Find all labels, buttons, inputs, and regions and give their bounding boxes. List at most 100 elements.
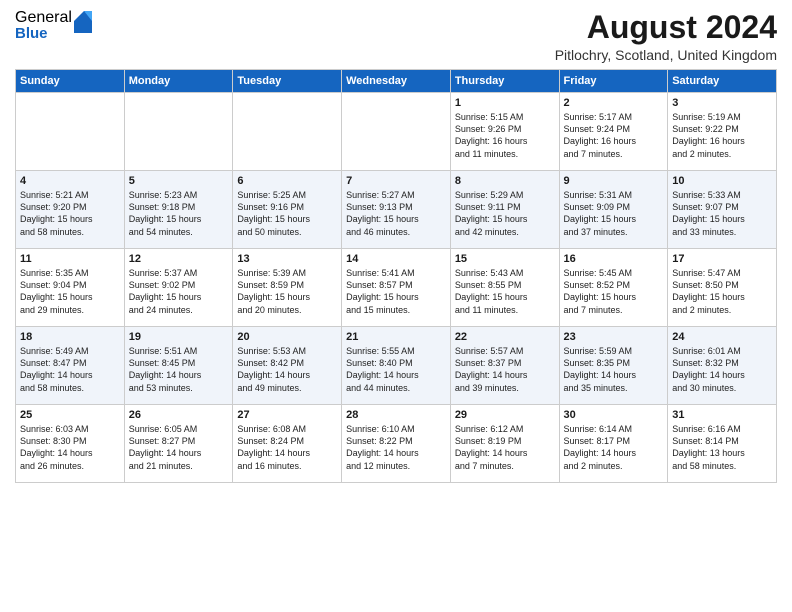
- day-info: Sunrise: 5:35 AM Sunset: 9:04 PM Dayligh…: [20, 267, 120, 316]
- day-cell: [342, 93, 451, 171]
- header-cell-tuesday: Tuesday: [233, 70, 342, 93]
- logo-text: General Blue: [15, 10, 72, 41]
- day-info: Sunrise: 6:10 AM Sunset: 8:22 PM Dayligh…: [346, 423, 446, 472]
- day-cell: 23 Sunrise: 5:59 AM Sunset: 8:35 PM Dayli…: [559, 327, 668, 405]
- calendar-table: SundayMondayTuesdayWednesdayThursdayFrid…: [15, 69, 777, 483]
- week-row-2: 4 Sunrise: 5:21 AM Sunset: 9:20 PM Daylig…: [16, 171, 777, 249]
- day-info: Sunrise: 5:45 AM Sunset: 8:52 PM Dayligh…: [564, 267, 664, 316]
- day-info: Sunrise: 6:05 AM Sunset: 8:27 PM Dayligh…: [129, 423, 229, 472]
- day-info: Sunrise: 5:49 AM Sunset: 8:47 PM Dayligh…: [20, 345, 120, 394]
- header-cell-wednesday: Wednesday: [342, 70, 451, 93]
- day-number: 1: [455, 97, 555, 109]
- day-info: Sunrise: 5:33 AM Sunset: 9:07 PM Dayligh…: [672, 189, 772, 238]
- month-title: August 2024: [555, 10, 777, 45]
- day-number: 4: [20, 175, 120, 187]
- day-info: Sunrise: 5:19 AM Sunset: 9:22 PM Dayligh…: [672, 111, 772, 160]
- day-cell: 6Sunrise: 5:25 AM Sunset: 9:16 PM Daylig…: [233, 171, 342, 249]
- day-info: Sunrise: 6:12 AM Sunset: 8:19 PM Dayligh…: [455, 423, 555, 472]
- day-cell: 24 Sunrise: 6:01 AM Sunset: 8:32 PM Dayli…: [668, 327, 777, 405]
- week-row-4: 18 Sunrise: 5:49 AM Sunset: 8:47 PM Dayli…: [16, 327, 777, 405]
- header-cell-friday: Friday: [559, 70, 668, 93]
- header: General Blue August 2024 Pitlochry, Scot…: [15, 10, 777, 63]
- title-block: August 2024 Pitlochry, Scotland, United …: [555, 10, 777, 63]
- day-cell: 30 Sunrise: 6:14 AM Sunset: 8:17 PM Dayli…: [559, 405, 668, 483]
- day-number: 11: [20, 253, 120, 265]
- day-cell: 22 Sunrise: 5:57 AM Sunset: 8:37 PM Dayli…: [450, 327, 559, 405]
- day-info: Sunrise: 5:43 AM Sunset: 8:55 PM Dayligh…: [455, 267, 555, 316]
- day-number: 7: [346, 175, 446, 187]
- day-cell: 8Sunrise: 5:29 AM Sunset: 9:11 PM Daylig…: [450, 171, 559, 249]
- day-info: Sunrise: 5:55 AM Sunset: 8:40 PM Dayligh…: [346, 345, 446, 394]
- day-number: 25: [20, 409, 120, 421]
- day-info: Sunrise: 5:57 AM Sunset: 8:37 PM Dayligh…: [455, 345, 555, 394]
- day-cell: 1Sunrise: 5:15 AM Sunset: 9:26 PM Daylig…: [450, 93, 559, 171]
- day-cell: 21 Sunrise: 5:55 AM Sunset: 8:40 PM Dayli…: [342, 327, 451, 405]
- calendar-container: General Blue August 2024 Pitlochry, Scot…: [0, 0, 792, 493]
- day-cell: 5Sunrise: 5:23 AM Sunset: 9:18 PM Daylig…: [124, 171, 233, 249]
- day-number: 30: [564, 409, 664, 421]
- day-number: 17: [672, 253, 772, 265]
- logo-general: General: [15, 10, 72, 26]
- day-cell: 7 Sunrise: 5:27 AM Sunset: 9:13 PM Daylig…: [342, 171, 451, 249]
- day-number: 3: [672, 97, 772, 109]
- day-info: Sunrise: 6:14 AM Sunset: 8:17 PM Dayligh…: [564, 423, 664, 472]
- day-info: Sunrise: 5:47 AM Sunset: 8:50 PM Dayligh…: [672, 267, 772, 316]
- day-number: 5: [129, 175, 229, 187]
- day-cell: 10 Sunrise: 5:33 AM Sunset: 9:07 PM Dayli…: [668, 171, 777, 249]
- week-row-5: 25 Sunrise: 6:03 AM Sunset: 8:30 PM Dayli…: [16, 405, 777, 483]
- day-cell: 28 Sunrise: 6:10 AM Sunset: 8:22 PM Dayli…: [342, 405, 451, 483]
- day-cell: [16, 93, 125, 171]
- day-number: 16: [564, 253, 664, 265]
- day-cell: 12 Sunrise: 5:37 AM Sunset: 9:02 PM Dayli…: [124, 249, 233, 327]
- day-info: Sunrise: 5:31 AM Sunset: 9:09 PM Dayligh…: [564, 189, 664, 238]
- day-number: 12: [129, 253, 229, 265]
- day-info: Sunrise: 6:16 AM Sunset: 8:14 PM Dayligh…: [672, 423, 772, 472]
- day-number: 28: [346, 409, 446, 421]
- day-cell: 29Sunrise: 6:12 AM Sunset: 8:19 PM Dayli…: [450, 405, 559, 483]
- header-cell-saturday: Saturday: [668, 70, 777, 93]
- day-number: 13: [237, 253, 337, 265]
- day-info: Sunrise: 5:59 AM Sunset: 8:35 PM Dayligh…: [564, 345, 664, 394]
- day-info: Sunrise: 5:39 AM Sunset: 8:59 PM Dayligh…: [237, 267, 337, 316]
- day-cell: 15Sunrise: 5:43 AM Sunset: 8:55 PM Dayli…: [450, 249, 559, 327]
- day-number: 21: [346, 331, 446, 343]
- day-cell: 13 Sunrise: 5:39 AM Sunset: 8:59 PM Dayli…: [233, 249, 342, 327]
- week-row-3: 11 Sunrise: 5:35 AM Sunset: 9:04 PM Dayli…: [16, 249, 777, 327]
- day-cell: 17 Sunrise: 5:47 AM Sunset: 8:50 PM Dayli…: [668, 249, 777, 327]
- day-cell: 19Sunrise: 5:51 AM Sunset: 8:45 PM Dayli…: [124, 327, 233, 405]
- day-number: 22: [455, 331, 555, 343]
- day-number: 20: [237, 331, 337, 343]
- day-info: Sunrise: 5:51 AM Sunset: 8:45 PM Dayligh…: [129, 345, 229, 394]
- logo-icon: [74, 11, 92, 33]
- day-cell: 9Sunrise: 5:31 AM Sunset: 9:09 PM Daylig…: [559, 171, 668, 249]
- day-number: 10: [672, 175, 772, 187]
- day-number: 2: [564, 97, 664, 109]
- day-cell: 25 Sunrise: 6:03 AM Sunset: 8:30 PM Dayli…: [16, 405, 125, 483]
- header-cell-thursday: Thursday: [450, 70, 559, 93]
- day-cell: [233, 93, 342, 171]
- day-cell: 16 Sunrise: 5:45 AM Sunset: 8:52 PM Dayli…: [559, 249, 668, 327]
- header-cell-sunday: Sunday: [16, 70, 125, 93]
- day-info: Sunrise: 5:37 AM Sunset: 9:02 PM Dayligh…: [129, 267, 229, 316]
- day-cell: 4 Sunrise: 5:21 AM Sunset: 9:20 PM Daylig…: [16, 171, 125, 249]
- day-cell: 18 Sunrise: 5:49 AM Sunset: 8:47 PM Dayli…: [16, 327, 125, 405]
- day-number: 24: [672, 331, 772, 343]
- day-number: 18: [20, 331, 120, 343]
- day-info: Sunrise: 5:17 AM Sunset: 9:24 PM Dayligh…: [564, 111, 664, 160]
- day-info: Sunrise: 6:01 AM Sunset: 8:32 PM Dayligh…: [672, 345, 772, 394]
- day-info: Sunrise: 5:27 AM Sunset: 9:13 PM Dayligh…: [346, 189, 446, 238]
- week-row-1: 1Sunrise: 5:15 AM Sunset: 9:26 PM Daylig…: [16, 93, 777, 171]
- day-number: 27: [237, 409, 337, 421]
- header-cell-monday: Monday: [124, 70, 233, 93]
- day-info: Sunrise: 5:21 AM Sunset: 9:20 PM Dayligh…: [20, 189, 120, 238]
- logo-blue: Blue: [15, 26, 72, 41]
- day-cell: 2 Sunrise: 5:17 AM Sunset: 9:24 PM Daylig…: [559, 93, 668, 171]
- day-cell: [124, 93, 233, 171]
- day-cell: 11 Sunrise: 5:35 AM Sunset: 9:04 PM Dayli…: [16, 249, 125, 327]
- day-number: 26: [129, 409, 229, 421]
- day-cell: 31Sunrise: 6:16 AM Sunset: 8:14 PM Dayli…: [668, 405, 777, 483]
- header-row: SundayMondayTuesdayWednesdayThursdayFrid…: [16, 70, 777, 93]
- day-cell: 3 Sunrise: 5:19 AM Sunset: 9:22 PM Daylig…: [668, 93, 777, 171]
- day-number: 23: [564, 331, 664, 343]
- day-info: Sunrise: 6:03 AM Sunset: 8:30 PM Dayligh…: [20, 423, 120, 472]
